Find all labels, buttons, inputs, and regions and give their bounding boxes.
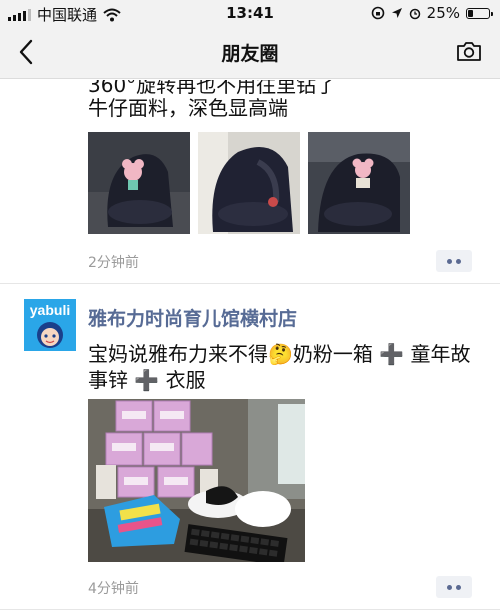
post-2-more-button[interactable] bbox=[436, 576, 472, 598]
car-seat-photo-2 bbox=[198, 132, 300, 234]
post-1-more-button[interactable] bbox=[436, 250, 472, 272]
post-2-timestamp: 4分钟前 bbox=[88, 581, 139, 597]
post-2-image[interactable] bbox=[88, 399, 305, 562]
nav-bar: 朋友圈 bbox=[0, 26, 500, 79]
status-bar: 中国联通 13:41 25% bbox=[0, 0, 500, 26]
mascot-icon bbox=[37, 322, 63, 348]
post-1-image-2[interactable] bbox=[198, 132, 300, 234]
post-1-timestamp: 2分钟前 bbox=[88, 255, 139, 271]
avatar[interactable]: yabuli bbox=[24, 299, 76, 351]
post-divider bbox=[0, 283, 500, 284]
post-2-text-line-1: 宝妈说雅布力来不得🤔奶粉一箱 ➕ 童年故 bbox=[88, 342, 471, 366]
page-title: 朋友圈 bbox=[221, 43, 279, 65]
location-icon bbox=[391, 8, 402, 18]
car-seat-photo-1 bbox=[88, 132, 190, 234]
more-dot bbox=[447, 584, 452, 590]
status-right: 25% bbox=[371, 4, 493, 22]
camera-icon[interactable] bbox=[456, 40, 482, 62]
battery-icon bbox=[466, 7, 493, 19]
post-1-image-3[interactable] bbox=[308, 132, 410, 234]
milk-powder-bundle-photo bbox=[88, 399, 305, 562]
more-dot bbox=[447, 258, 452, 264]
post-2-text-line-2: 事锌 ➕ 衣服 bbox=[88, 368, 206, 392]
more-dot bbox=[456, 584, 461, 590]
more-dot bbox=[456, 258, 461, 264]
battery-percent: 25% bbox=[426, 4, 460, 22]
post-divider bbox=[0, 609, 500, 610]
post-1-text-line-2: 牛仔面料，深色显高端 bbox=[88, 96, 288, 120]
post-1-image-1[interactable] bbox=[88, 132, 190, 234]
car-seat-photo-3 bbox=[308, 132, 410, 234]
post-2-author[interactable]: 雅布力时尚育儿馆横村店 bbox=[88, 304, 297, 331]
alarm-icon bbox=[409, 8, 420, 20]
orientation-lock-icon bbox=[371, 6, 384, 20]
